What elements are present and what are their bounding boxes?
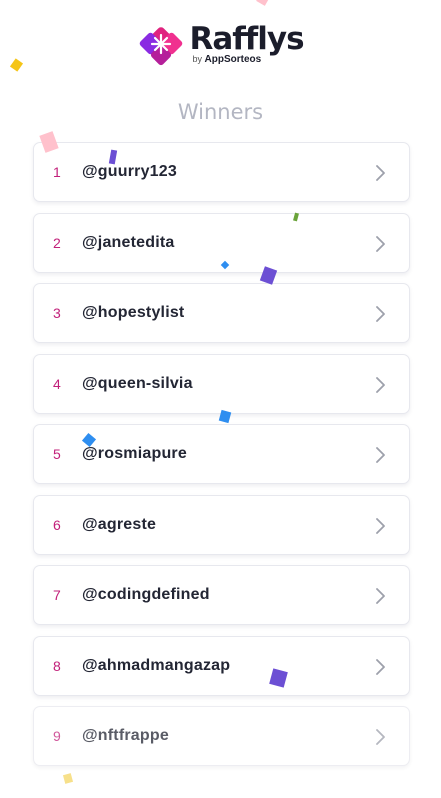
- winner-row-1[interactable]: 1 @guurry123: [33, 142, 410, 202]
- winner-handle: @codingdefined: [82, 586, 210, 603]
- winner-handle: @agreste: [82, 515, 157, 533]
- logo-text: Rafflys by AppSorteos: [189, 21, 304, 65]
- winner-handle: @rosmiapure: [82, 445, 187, 462]
- brand-name: Rafflys: [189, 21, 304, 57]
- winner-rank: 5: [53, 446, 61, 462]
- diamond-logo-icon: [140, 27, 183, 66]
- winner-handle: @nftfrappe: [82, 727, 169, 744]
- chevron-right-icon: [376, 517, 385, 534]
- winner-row-4[interactable]: 4 @queen-silvia: [33, 353, 410, 414]
- winner-rank: 1: [53, 164, 61, 180]
- chevron-right-icon: [376, 447, 385, 463]
- winner-row-9[interactable]: 9 @nftfrappe: [33, 706, 410, 766]
- chevron-right-icon: [376, 306, 385, 322]
- chevron-right-icon: [376, 658, 385, 675]
- chevron-right-icon: [376, 165, 385, 181]
- winner-row-3[interactable]: 3 @hopestylist: [33, 283, 410, 343]
- winner-row-8[interactable]: 8 @ahmadmangazap: [33, 635, 410, 696]
- chevron-right-icon: [376, 729, 385, 745]
- page-title: Winners: [177, 100, 264, 124]
- winner-handle: @janetedita: [82, 233, 175, 251]
- rafflys-logo[interactable]: Rafflys by AppSorteos: [137, 18, 305, 70]
- winner-rank: 3: [53, 305, 61, 321]
- winner-row-7[interactable]: 7 @codingdefined: [33, 565, 410, 625]
- winner-rank: 4: [53, 375, 61, 392]
- winner-row-6[interactable]: 6 @agreste: [33, 494, 410, 555]
- winner-rank: 6: [53, 516, 61, 533]
- winner-handle: @hopestylist: [82, 304, 185, 321]
- byline-company: AppSorteos: [204, 54, 262, 65]
- chevron-right-icon: [376, 588, 385, 604]
- brand-byline: by AppSorteos: [192, 54, 303, 65]
- winner-rank: 7: [53, 587, 61, 603]
- winner-rank: 2: [53, 234, 61, 251]
- winners-list: 1 @guurry123 2 @janetedita 3 @hopestylis…: [33, 142, 410, 777]
- chevron-right-icon: [376, 235, 385, 252]
- byline-by: by: [192, 54, 202, 64]
- app-header: Rafflys by AppSorteos: [0, 18, 441, 70]
- winner-handle: @guurry123: [82, 163, 177, 180]
- winner-rank: 8: [53, 657, 61, 674]
- chevron-right-icon: [376, 376, 385, 393]
- winner-handle: @queen-silvia: [82, 374, 193, 392]
- confetti-piece: [256, 0, 270, 6]
- winner-rank: 9: [53, 728, 61, 744]
- winner-handle: @ahmadmangazap: [82, 656, 231, 674]
